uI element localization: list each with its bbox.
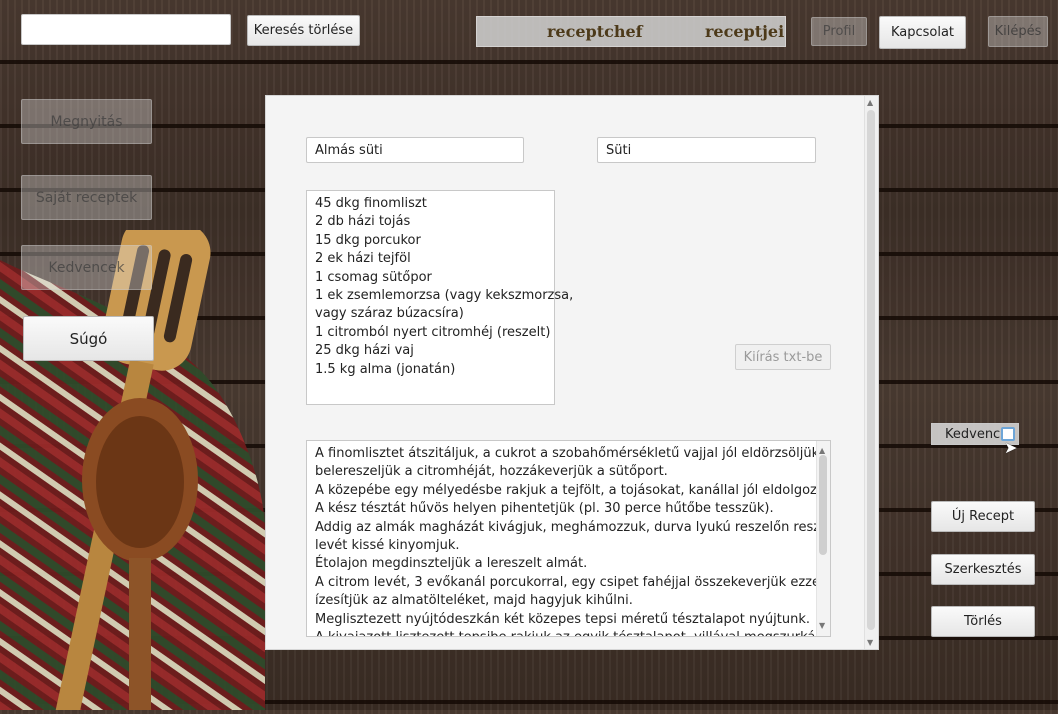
open-button[interactable]: Megnyitás: [21, 99, 152, 144]
clear-search-button[interactable]: Keresés törlése: [247, 15, 360, 46]
profile-button[interactable]: Profil: [811, 17, 867, 46]
instruction-line: belereszeljük a citromhéját, hozzákeverj…: [315, 464, 668, 480]
ingredient-line: 2 ek házi tejföl: [315, 251, 411, 267]
ingredient-line: vagy száraz búzacsíra): [315, 306, 464, 322]
own-recipes-button[interactable]: Saját receptek: [21, 175, 152, 220]
ingredient-line: 15 dkg porcukor: [315, 232, 421, 248]
export-txt-button[interactable]: Kiírás txt-be: [735, 344, 831, 370]
delete-button[interactable]: Törlés: [931, 606, 1035, 637]
ingredient-line: 1 csomag sütőpor: [315, 269, 432, 285]
new-recipe-button[interactable]: Új Recept: [931, 501, 1035, 532]
ingredient-line: 25 dkg házi vaj: [315, 343, 414, 359]
instruction-line: A citrom levét, 3 evőkanál porcukorral, …: [315, 574, 824, 590]
recipe-panel: ▲ ▼ 45 dkg finomliszt 2 db házi tojás 15 d…: [265, 95, 879, 650]
scroll-thumb[interactable]: [867, 110, 875, 630]
panel-scrollbar[interactable]: ▲ ▼: [864, 96, 878, 649]
kitchen-decoration: [0, 216, 265, 714]
instruction-line: Addig az almák magházát kivágjuk, meghám…: [315, 519, 831, 535]
scroll-down-icon[interactable]: ▼: [819, 617, 825, 635]
instruction-line: ízesítjük az almatölteléket, majd hagyju…: [315, 593, 633, 609]
mouse-cursor-icon: ➤: [1004, 438, 1018, 457]
favorites-button[interactable]: Kedvencek: [21, 245, 152, 290]
ingredient-line: 2 db házi tojás: [315, 214, 411, 230]
instructions-scrollbar[interactable]: ▲ ▼: [816, 441, 830, 636]
app-title-left: receptchef: [547, 22, 643, 41]
recipe-name-field[interactable]: [306, 137, 524, 163]
cloth-and-spoons-image: [0, 216, 265, 714]
app-title-bar: receptchef receptjei: [476, 16, 786, 47]
scroll-down-icon[interactable]: ▼: [867, 638, 873, 647]
instruction-line: A kész tésztát hűvös helyen pihentetjük …: [315, 501, 774, 517]
exit-button[interactable]: Kilépés: [988, 16, 1048, 47]
instruction-line: A közepébe egy mélyedésbe rakjuk a tejfö…: [315, 482, 831, 498]
scroll-up-icon[interactable]: ▲: [867, 98, 873, 107]
instructions-textarea[interactable]: A finomlisztet átszitáljuk, a cukrot a s…: [306, 440, 831, 637]
ingredients-list[interactable]: 45 dkg finomliszt 2 db házi tojás 15 dkg p…: [306, 190, 574, 405]
ingredient-line: 1 ek zsemlemorzsa (vagy kekszmorzsa,: [315, 288, 574, 304]
ingredient-line: 1 citromból nyert citromhéj (reszelt): [315, 324, 551, 340]
ingredient-line: 1.5 kg alma (jonatán): [315, 361, 456, 377]
app-title-right: receptjei: [705, 22, 785, 41]
instruction-line: Étolajon megdinszteljük a lereszelt almá…: [315, 556, 588, 572]
scroll-thumb[interactable]: [819, 455, 827, 555]
edit-button[interactable]: Szerkesztés: [931, 554, 1035, 585]
instruction-line: levét kissé kinyomjuk.: [315, 538, 460, 554]
instruction-line: Meglisztezett nyújtódeszkán két közepes …: [315, 611, 810, 627]
ingredient-line: 45 dkg finomliszt: [315, 196, 427, 211]
help-button[interactable]: Súgó: [23, 316, 154, 361]
contact-button[interactable]: Kapcsolat: [879, 16, 966, 49]
instruction-line: A finomlisztet átszitáljuk, a cukrot a s…: [315, 446, 824, 461]
recipe-category-field[interactable]: [597, 137, 816, 163]
instruction-line: A kivajazott lisztezett tepsibe rakjuk a…: [315, 629, 830, 636]
search-input[interactable]: [21, 14, 231, 45]
favorite-label: Kedvenc: [945, 426, 1001, 442]
